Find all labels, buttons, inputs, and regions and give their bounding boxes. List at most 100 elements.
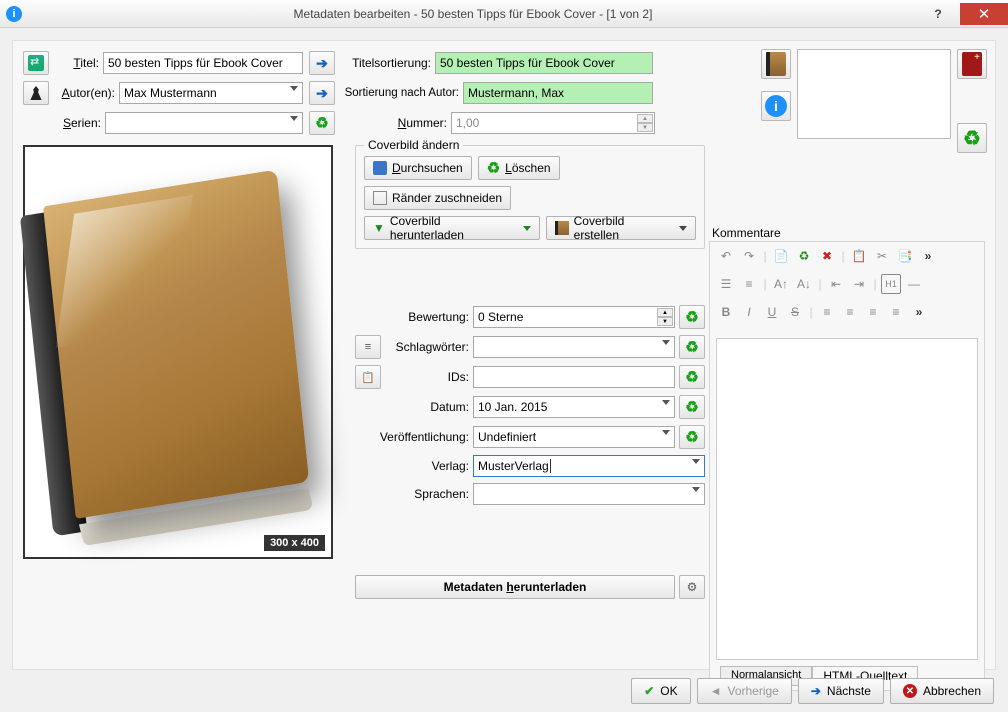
download-metadata-button[interactable]: Metadaten herunterladen (355, 575, 675, 599)
help-button[interactable]: ? (916, 3, 960, 25)
apply-cover-button[interactable] (761, 49, 791, 79)
label-titlesort: Titelsortierung: (335, 56, 435, 70)
title-input[interactable] (103, 52, 303, 74)
indent-dec-icon[interactable]: ⇤ (826, 274, 846, 294)
list-ul-icon[interactable]: ☰ (716, 274, 736, 294)
recycle-icon: ♻ (685, 398, 698, 416)
clear-rating-button[interactable]: ♻ (679, 305, 705, 329)
cut-icon[interactable]: ✂ (872, 246, 892, 266)
arrow-left-icon: ◄ (710, 684, 722, 698)
label-authors: Autor(en): (62, 86, 115, 100)
underline-icon[interactable]: U (762, 302, 782, 322)
swap-title-author-button[interactable] (23, 51, 49, 75)
align-center-icon[interactable]: ≡ (840, 302, 860, 322)
cover-actions-group: Coverbild ändern Durchsuchen ♻Löschen Rä… (355, 145, 705, 249)
browse-cover-button[interactable]: Durchsuchen (364, 156, 472, 180)
strike-icon[interactable]: S (785, 302, 805, 322)
date-combo[interactable]: 10 Jan. 2015 (473, 396, 675, 418)
check-icon: ✔ (644, 684, 654, 698)
tags-editor-button[interactable]: ≡ (355, 335, 381, 359)
label-ids: IDs: (385, 370, 473, 384)
new-cover-button[interactable] (957, 49, 987, 79)
series-number-spinner[interactable]: 1,00▲▼ (451, 112, 655, 134)
clear-published-button[interactable]: ♻ (679, 425, 705, 449)
published-combo[interactable]: Undefiniert (473, 426, 675, 448)
arrow-right-icon: ➔ (316, 85, 328, 102)
authorsort-input[interactable]: Mustermann, Max (463, 82, 653, 104)
copy2-icon[interactable]: 📑 (895, 246, 915, 266)
paste-icon: 📋 (361, 371, 375, 384)
authors-combo[interactable]: Max Mustermann (119, 82, 303, 104)
ok-button[interactable]: ✔OK (631, 678, 690, 704)
hr-icon[interactable]: — (904, 274, 924, 294)
book-cover-image (37, 168, 319, 535)
add-book-icon (962, 52, 982, 76)
swap-icon (28, 55, 44, 71)
cover-thumb-panel: i ♻ (761, 49, 987, 193)
clear-date-button[interactable]: ♻ (679, 395, 705, 419)
dropdown-icon (679, 226, 687, 231)
font-inc-icon[interactable]: A↑ (771, 274, 791, 294)
label-languages: Sprachen: (355, 487, 473, 501)
recycle-icon[interactable]: ♻ (794, 246, 814, 266)
remove-format-icon[interactable]: ✖ (817, 246, 837, 266)
titlesort-input[interactable]: 50 besten Tipps für Ebook Cover (435, 52, 653, 74)
cancel-button[interactable]: ✕Abbrechen (890, 678, 994, 704)
tags-combo[interactable] (473, 336, 675, 358)
folder-icon (373, 161, 387, 175)
languages-combo[interactable] (473, 483, 705, 505)
more-icon[interactable]: » (909, 302, 929, 322)
indent-inc-icon[interactable]: ⇥ (849, 274, 869, 294)
copy-icon[interactable]: 📄 (771, 246, 791, 266)
book-icon (555, 221, 569, 235)
reset-cover-button[interactable]: ♻ (957, 123, 987, 153)
cover-size-badge: 300 x 400 (264, 535, 325, 551)
clear-ids-button[interactable]: ♻ (679, 365, 705, 389)
download-metadata-config-button[interactable]: ⚙ (679, 575, 705, 599)
close-button[interactable]: ✕ (960, 3, 1008, 25)
series-combo[interactable] (105, 112, 303, 134)
italic-icon[interactable]: I (739, 302, 759, 322)
clear-series-button[interactable]: ♻ (309, 111, 335, 135)
bold-icon[interactable]: B (716, 302, 736, 322)
ids-paste-button[interactable]: 📋 (355, 365, 381, 389)
next-button[interactable]: ➔Nächste (798, 678, 884, 704)
book-icon (766, 52, 786, 76)
clear-tags-button[interactable]: ♻ (679, 335, 705, 359)
cover-preview[interactable]: 300 x 400 (23, 145, 333, 559)
list-ol-icon[interactable]: ≡ (739, 274, 759, 294)
arrow-right-icon: ➔ (811, 684, 821, 698)
label-title: Titel: (73, 56, 99, 70)
font-dec-icon[interactable]: A↓ (794, 274, 814, 294)
manage-authors-button[interactable] (23, 81, 49, 105)
publisher-combo[interactable]: MusterVerlag (473, 455, 705, 477)
trim-cover-button[interactable]: Ränder zuschneiden (364, 186, 511, 210)
delete-cover-button[interactable]: ♻Löschen (478, 156, 560, 180)
list-icon: ≡ (365, 341, 371, 353)
crop-icon (373, 191, 387, 205)
ids-input[interactable] (473, 366, 675, 388)
redo-icon[interactable]: ↷ (739, 246, 759, 266)
generate-cover-button[interactable]: Coverbild erstellen (546, 216, 696, 240)
cover-info-button[interactable]: i (761, 91, 791, 121)
download-icon: ▼ (373, 221, 385, 235)
author-to-sort-button[interactable]: ➔ (309, 81, 335, 105)
label-date: Datum: (355, 400, 473, 414)
comments-editor[interactable] (716, 338, 978, 660)
more-icon[interactable]: » (918, 246, 938, 266)
heading-icon[interactable]: H1 (881, 274, 901, 294)
recycle-icon: ♻ (685, 308, 698, 326)
rating-spinner[interactable]: 0 Sterne▲▼ (473, 306, 675, 328)
previous-button[interactable]: ◄Vorherige (697, 678, 792, 704)
bottom-bar: ✔OK ◄Vorherige ➔Nächste ✕Abbrechen (631, 678, 994, 704)
title-to-sort-button[interactable]: ➔ (309, 51, 335, 75)
align-justify-icon[interactable]: ≡ (886, 302, 906, 322)
align-left-icon[interactable]: ≡ (817, 302, 837, 322)
cancel-icon: ✕ (903, 684, 917, 698)
undo-icon[interactable]: ↶ (716, 246, 736, 266)
paste-icon[interactable]: 📋 (849, 246, 869, 266)
download-cover-button[interactable]: ▼Coverbild herunterladen (364, 216, 540, 240)
align-right-icon[interactable]: ≡ (863, 302, 883, 322)
label-number: Nummer: (398, 116, 447, 130)
cover-thumbnail[interactable] (797, 49, 951, 139)
